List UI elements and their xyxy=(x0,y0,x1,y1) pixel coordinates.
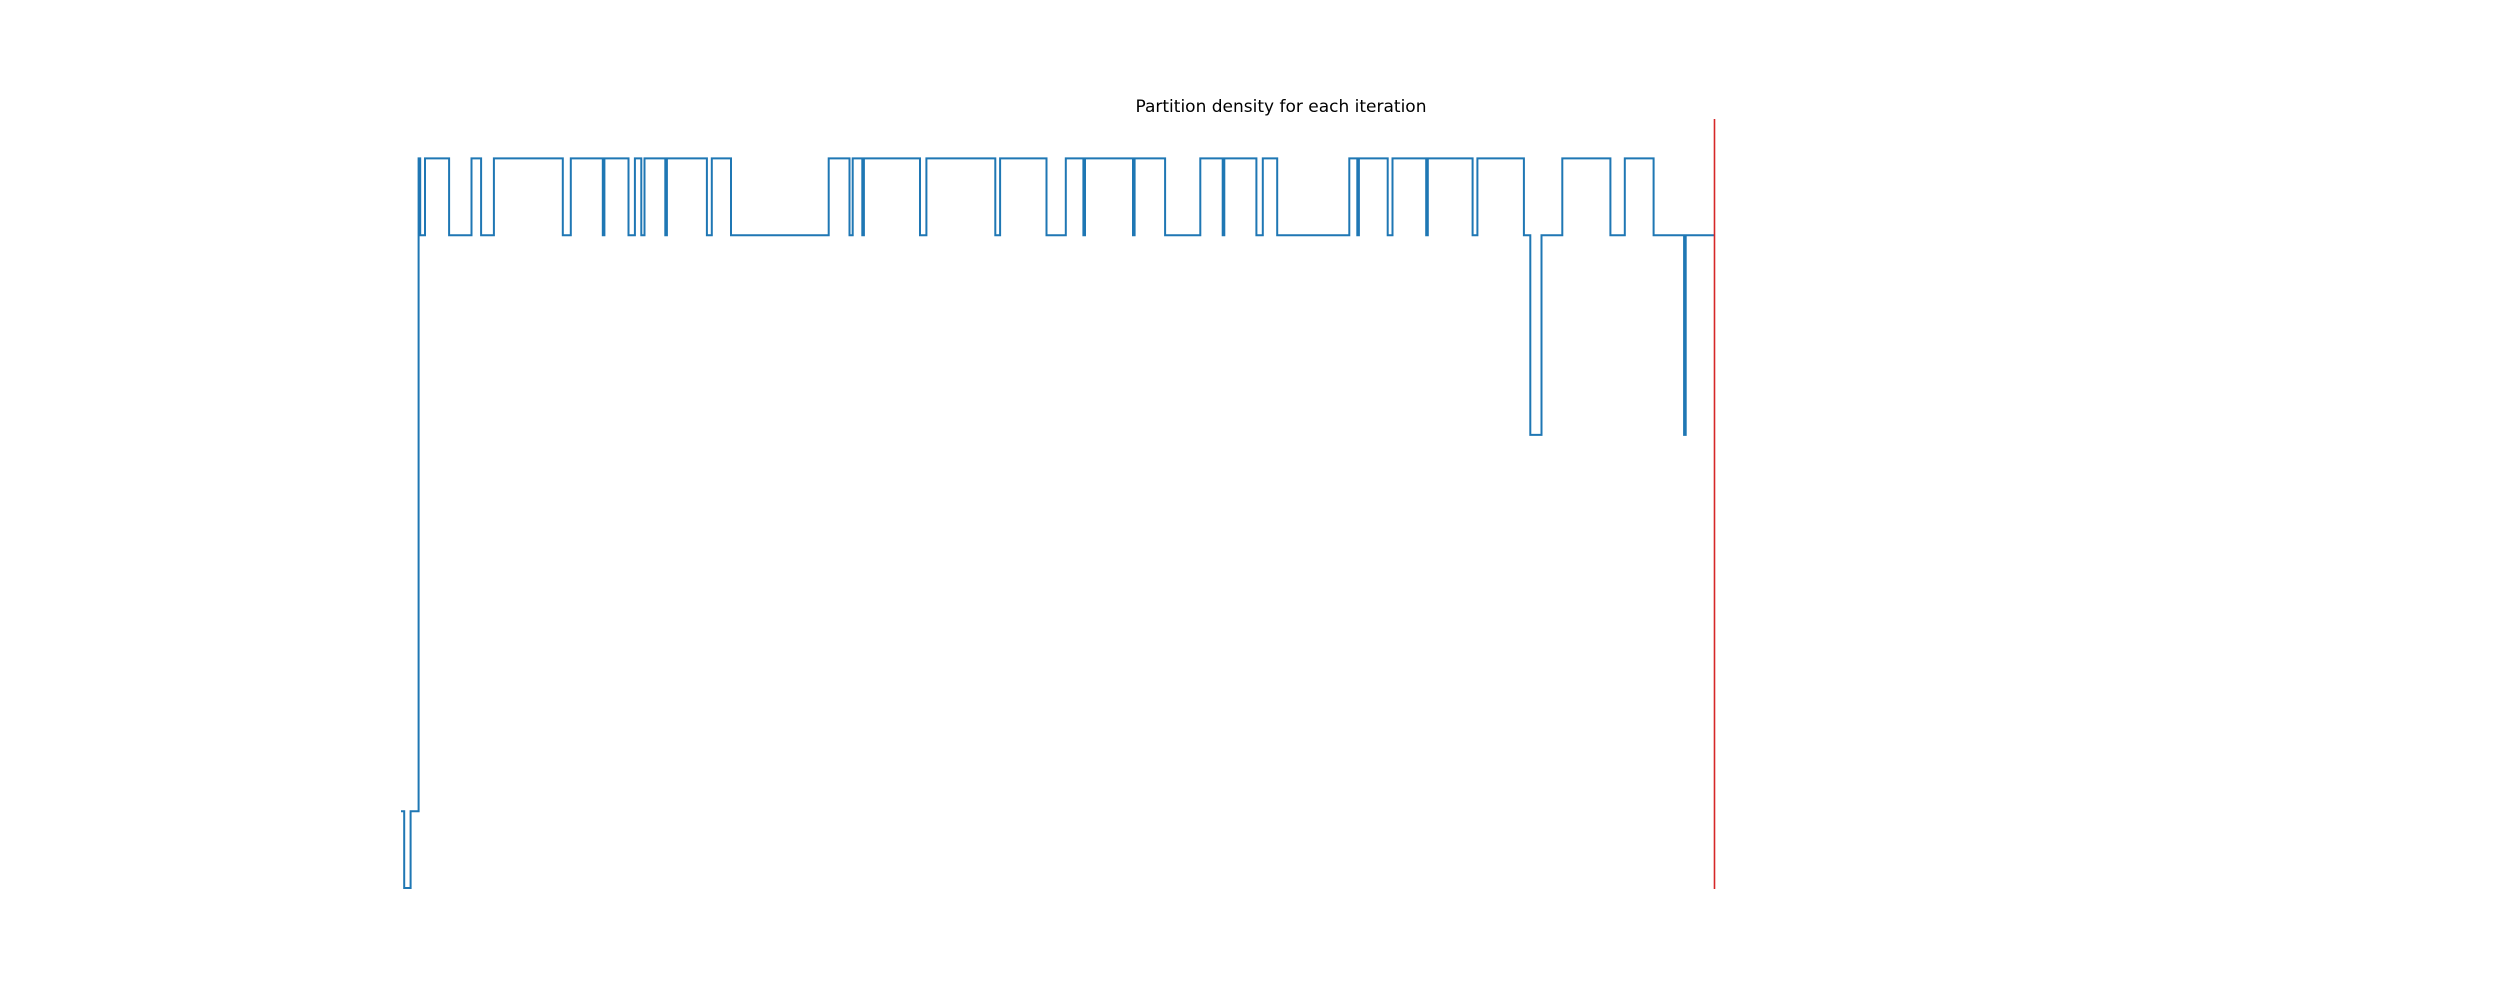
chart-figure: Partition density for each iteration xyxy=(0,0,2500,1000)
chart-background xyxy=(0,0,2500,1000)
chart-title: Partition density for each iteration xyxy=(1136,97,1427,117)
